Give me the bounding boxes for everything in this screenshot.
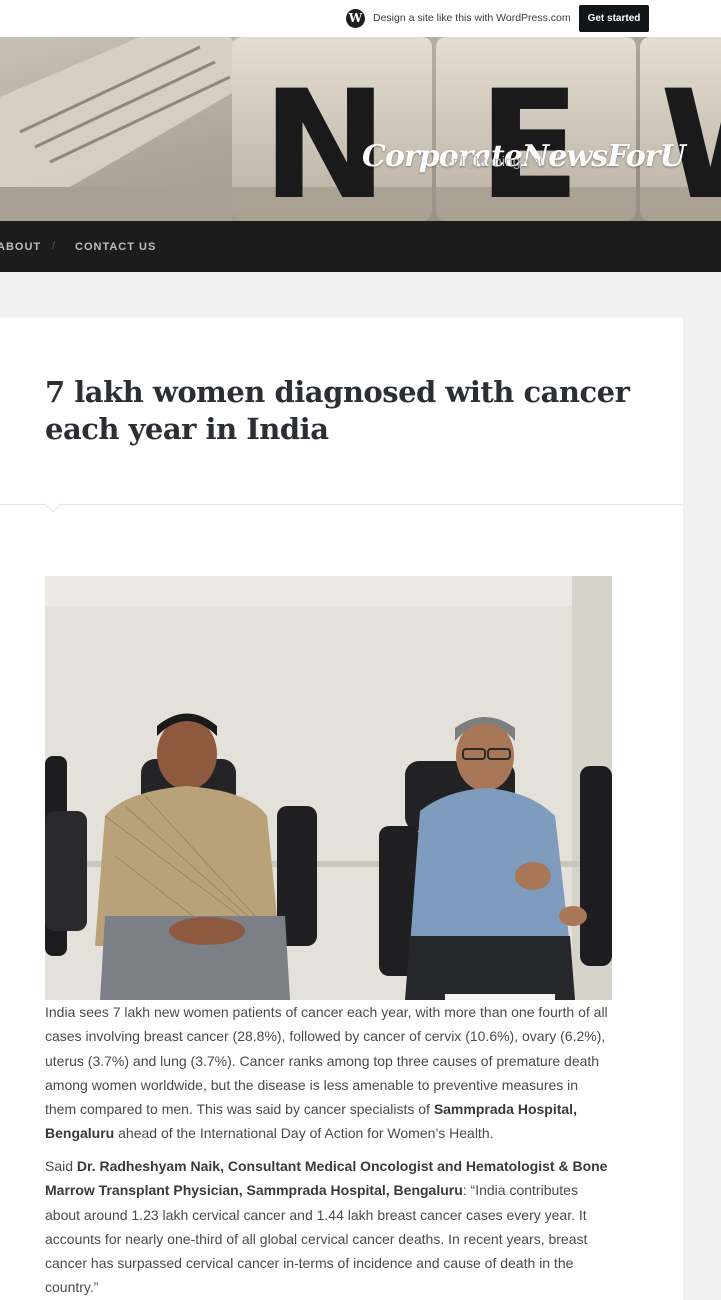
- article-paragraph-2: Said Dr. Radheshyam Naik, Consultant Med…: [45, 1154, 611, 1300]
- header-news-blocks-image: N E W: [0, 37, 721, 221]
- divider-notch: [44, 495, 62, 513]
- page-scrollbar[interactable]: [683, 318, 721, 1300]
- wordpress-logo-icon[interactable]: W: [346, 9, 365, 28]
- wordpress-promo-link[interactable]: Design a site like this with WordPress.c…: [373, 12, 571, 24]
- wordpress-promo-bar: W Design a site like this with WordPress…: [0, 0, 721, 37]
- article-title: 7 lakh women diagnosed with cancer each …: [45, 375, 630, 446]
- nav-separator: /: [52, 240, 56, 252]
- article-paragraph-1: India sees 7 lakh new women patients of …: [45, 1000, 611, 1146]
- site-tagline: enlightening you: [445, 153, 547, 169]
- get-started-button[interactable]: Get started: [579, 5, 649, 32]
- press-conference-photo: [45, 576, 612, 1000]
- site-header-image: N E W CorporateNewsForU enlightening you: [0, 37, 721, 221]
- header-divider: [0, 504, 683, 505]
- paragraph-2-text-a: Said: [45, 1158, 77, 1174]
- article-card: 7 lakh women diagnosed with cancer each …: [0, 318, 683, 1300]
- paragraph-2-text-b: : “India contributes about around 1.23 l…: [45, 1182, 588, 1296]
- article-photo: [45, 576, 612, 1000]
- paragraph-1-text-b: ahead of the International Day of Action…: [114, 1125, 494, 1142]
- nav-item-about[interactable]: ABOUT: [0, 241, 41, 253]
- main-navigation: ABOUT / CONTACT US: [0, 221, 721, 272]
- nav-item-contact-us[interactable]: CONTACT US: [75, 241, 156, 253]
